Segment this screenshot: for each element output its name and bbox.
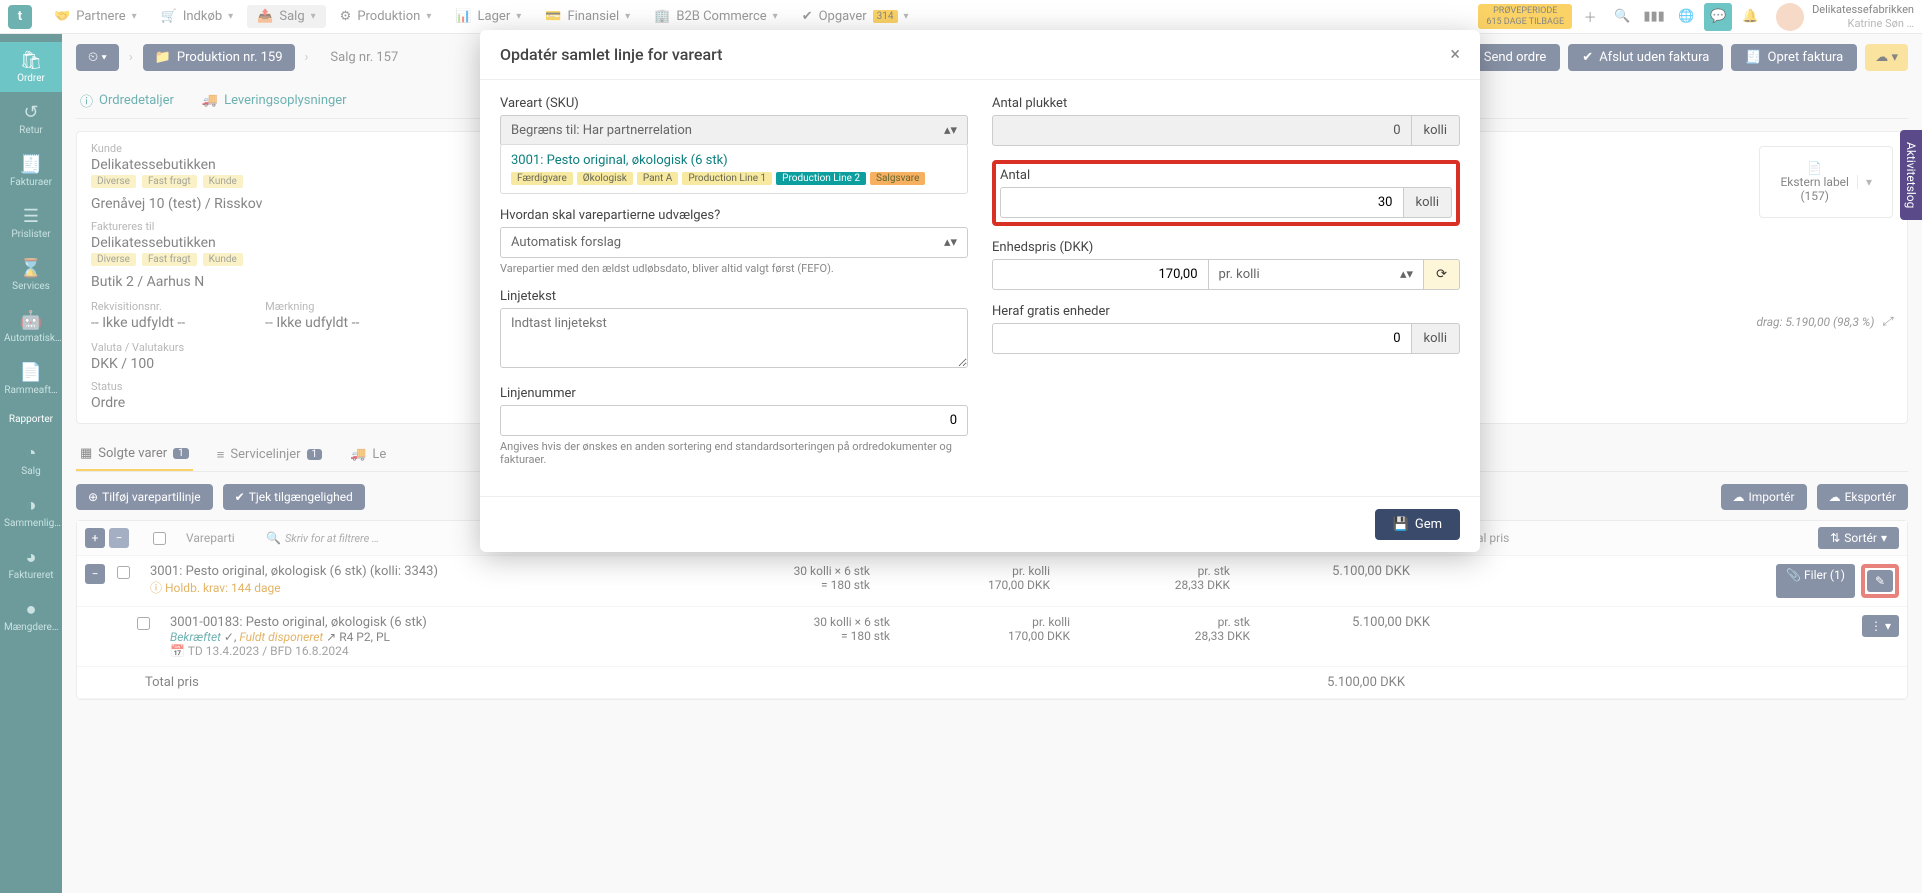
unitprice-input[interactable]	[992, 259, 1209, 290]
free-label: Heraf gratis enheder	[992, 304, 1460, 319]
unit-suffix: kolli	[1404, 187, 1453, 218]
modal-title: Opdatér samlet linje for vareart	[500, 45, 722, 64]
lineno-help: Angives hvis der ønskes en anden sorteri…	[500, 440, 968, 466]
batch-help: Varepartier med den ældst udløbsdato, bl…	[500, 262, 968, 275]
lineno-label: Linjenummer	[500, 386, 968, 401]
picked-label: Antal plukket	[992, 96, 1460, 111]
qty-input[interactable]	[1000, 187, 1404, 218]
free-input[interactable]	[992, 323, 1412, 354]
qty-label: Antal	[1000, 168, 1452, 183]
save-button[interactable]: 💾 Gem	[1375, 509, 1460, 540]
batch-select[interactable]: Automatisk forslag▴▾	[500, 227, 968, 258]
sku-name: 3001: Pesto original, økologisk (6 stk)	[511, 153, 957, 168]
batch-label: Hvordan skal varepartierne udvælges?	[500, 208, 968, 223]
linetext-input[interactable]	[500, 308, 968, 368]
qty-highlight: Antal kolli	[992, 160, 1460, 226]
sku-label: Vareart (SKU)	[500, 96, 968, 111]
sku-card: 3001: Pesto original, økologisk (6 stk) …	[500, 144, 968, 194]
unit-suffix: kolli	[1412, 115, 1461, 146]
unitprice-label: Enhedspris (DKK)	[992, 240, 1460, 255]
lineno-input[interactable]	[500, 405, 968, 436]
unit-suffix: kolli	[1412, 323, 1461, 354]
unitprice-per-select[interactable]: pr. kolli▴▾	[1209, 259, 1425, 290]
picked-input	[992, 115, 1412, 146]
linetext-label: Linjetekst	[500, 289, 968, 304]
refresh-price-button[interactable]: ⟳	[1424, 259, 1460, 290]
edit-line-modal: Opdatér samlet linje for vareart × Varea…	[480, 30, 1480, 552]
activity-log-toggle[interactable]: Aktivitetslog	[1900, 130, 1922, 220]
sku-select[interactable]: Begræns til: Har partnerrelation▴▾	[500, 115, 968, 146]
close-icon[interactable]: ×	[1450, 44, 1460, 65]
